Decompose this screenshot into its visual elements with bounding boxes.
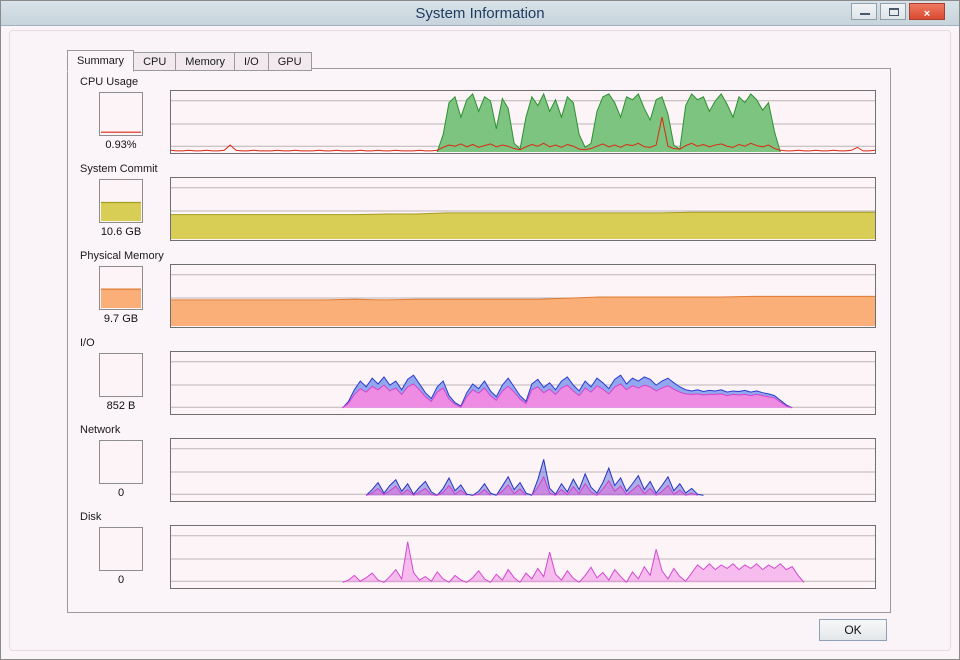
cpu-usage-value: 0.93%: [86, 139, 156, 151]
system-commit-label: System Commit: [80, 163, 170, 177]
window-controls: ×: [851, 3, 945, 20]
cpu-usage-label: CPU Usage: [80, 76, 170, 90]
close-button[interactable]: ×: [909, 3, 945, 20]
disk-label: Disk: [80, 511, 170, 525]
tab-memory[interactable]: Memory: [176, 52, 235, 71]
tab-cpu[interactable]: CPU: [134, 52, 176, 71]
physical-memory-mini-graph: [99, 266, 143, 310]
system-commit-value: 10.6 GB: [86, 226, 156, 238]
titlebar[interactable]: System Information ×: [1, 1, 959, 26]
system-commit-graph: [170, 177, 876, 241]
minimize-button[interactable]: [851, 3, 877, 20]
disk-graph: [170, 525, 876, 589]
tab-bar: Summary CPU Memory I/O GPU: [67, 50, 312, 71]
io-graph: [170, 351, 876, 415]
physical-memory-label: Physical Memory: [80, 250, 170, 264]
network-value: 0: [86, 487, 156, 499]
io-row: I/O 852 B: [80, 337, 876, 424]
cpu-usage-graph: [170, 90, 876, 154]
disk-row: Disk 0: [80, 511, 876, 598]
cpu-usage-row: CPU Usage 0.93%: [80, 76, 876, 163]
tab-summary[interactable]: Summary: [67, 50, 134, 72]
network-row: Network 0: [80, 424, 876, 511]
io-value: 852 B: [86, 400, 156, 412]
summary-tab-page: CPU Usage 0.93% System Commit 10.6 GB: [67, 68, 891, 613]
system-commit-row: System Commit 10.6 GB: [80, 163, 876, 250]
io-mini-graph: [99, 353, 143, 397]
system-commit-mini-graph: [99, 179, 143, 223]
dialog-client-area: Summary CPU Memory I/O GPU CPU Usage 0.9…: [1, 26, 959, 659]
system-information-window: System Information × Summary CPU Memory …: [0, 0, 960, 660]
maximize-icon: [889, 8, 899, 16]
disk-value: 0: [86, 574, 156, 586]
physical-memory-graph: [170, 264, 876, 328]
maximize-button[interactable]: [880, 3, 906, 20]
tab-io[interactable]: I/O: [235, 52, 269, 71]
physical-memory-row: Physical Memory 9.7 GB: [80, 250, 876, 337]
tab-gpu[interactable]: GPU: [269, 52, 312, 71]
network-label: Network: [80, 424, 170, 438]
close-icon: ×: [924, 8, 930, 20]
physical-memory-value: 9.7 GB: [86, 313, 156, 325]
io-label: I/O: [80, 337, 170, 351]
network-mini-graph: [99, 440, 143, 484]
disk-mini-graph: [99, 527, 143, 571]
window-title: System Information: [1, 5, 959, 22]
network-graph: [170, 438, 876, 502]
ok-button[interactable]: OK: [819, 619, 887, 641]
minimize-icon: [860, 13, 870, 15]
cpu-usage-mini-graph: [99, 92, 143, 136]
